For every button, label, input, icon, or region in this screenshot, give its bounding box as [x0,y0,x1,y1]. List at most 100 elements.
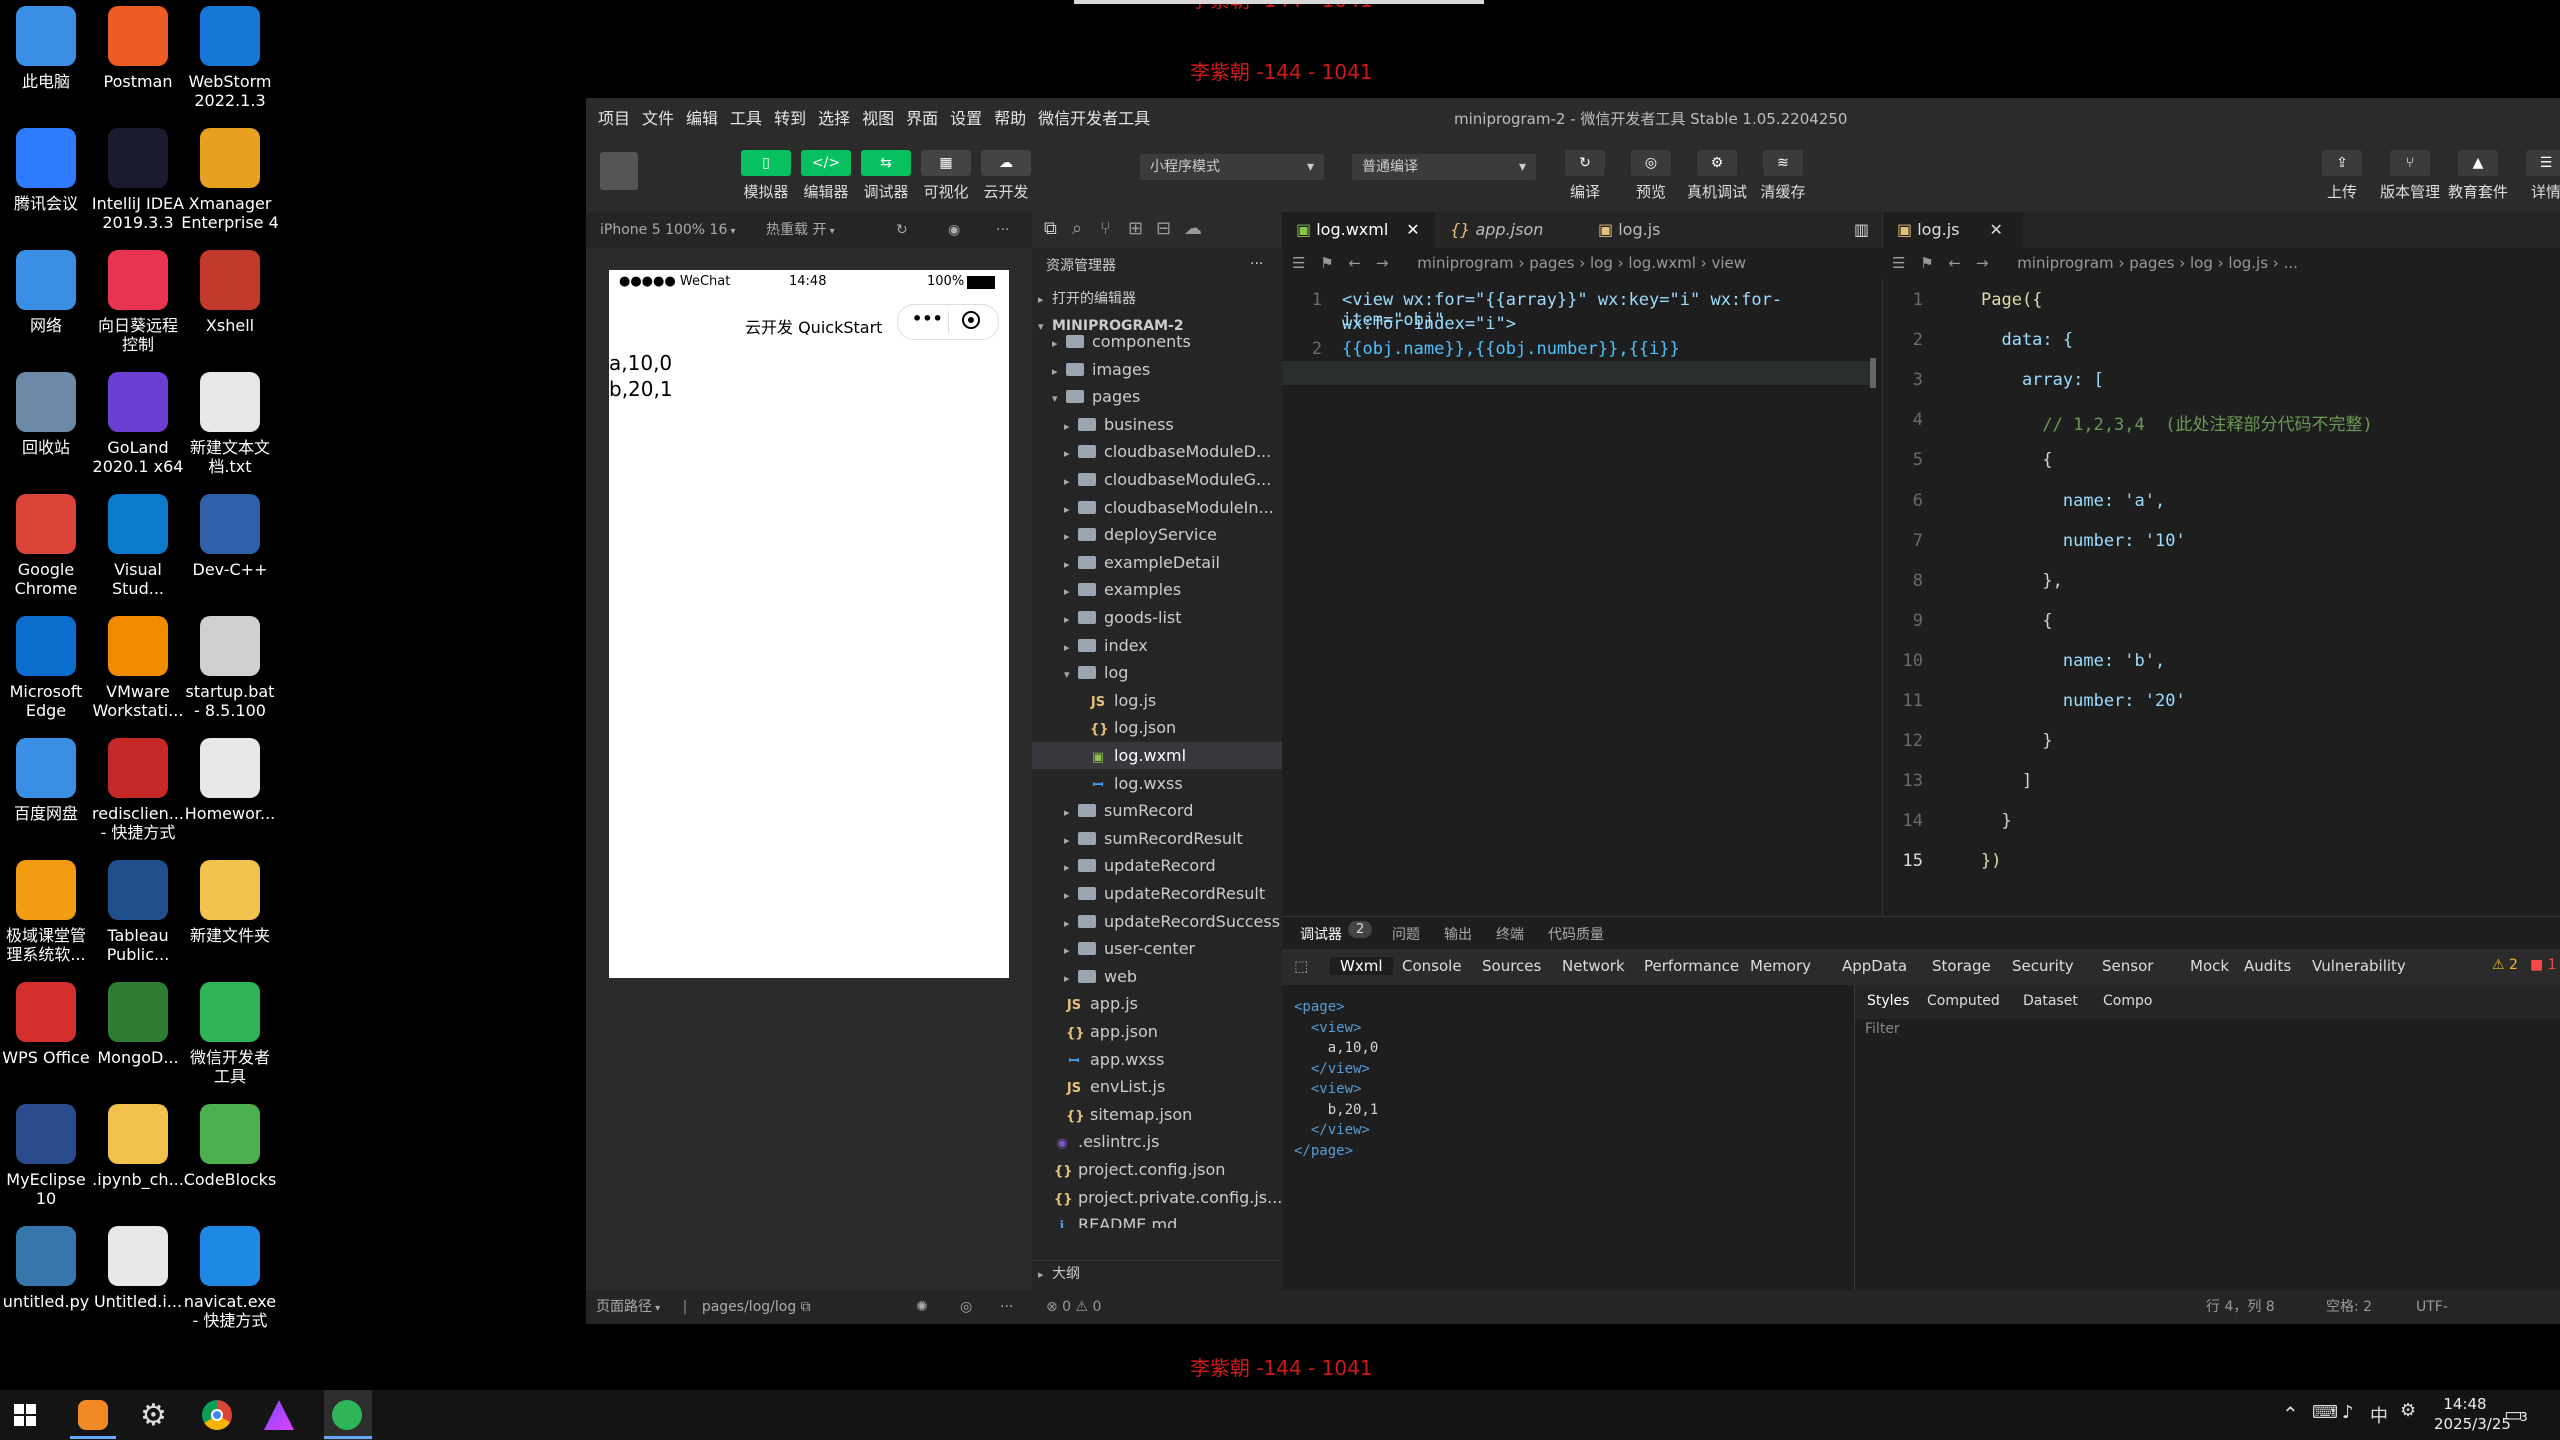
menu-item[interactable]: 帮助 [994,98,1026,140]
folder-item[interactable]: ▸ cloudbaseModuleD... [1032,438,1282,465]
toolbar-button[interactable]: ≋ 清缓存 [1750,150,1816,202]
debug-icon[interactable]: ⊟ [1156,218,1171,239]
back-icon[interactable]: ← [1948,254,1961,272]
desktop-shortcut[interactable]: 此电脑 [0,6,98,91]
toolbar-button[interactable]: ⇆ 调试器 [856,150,916,202]
search-icon[interactable]: ⌕ [1072,218,1082,239]
more-icon[interactable]: ··· [996,212,1009,248]
desktop-shortcut[interactable]: Untitled.i... [86,1226,190,1311]
desktop-shortcut[interactable]: 腾讯会议 [0,128,98,213]
indent-setting[interactable]: 空格: 2 [2326,1290,2372,1324]
wxml-tree[interactable]: <page> <view> a,10,0 </view> <view> b,20… [1294,997,1378,1161]
close-icon[interactable]: ✕ [1989,220,2002,239]
problems-indicator[interactable]: ⊗ 0 ⚠ 0 [1046,1299,1101,1315]
desktop-shortcut[interactable]: WPS Office [0,982,98,1067]
toolbar-button[interactable]: ⇪ 上传 [2308,150,2376,202]
tab-log-js-right[interactable]: ▣ log.js ✕ [1883,212,2023,248]
folder-item[interactable]: ▸ updateRecord [1032,852,1282,879]
warning-count[interactable]: ⚠ 2 [2492,957,2518,973]
folder-item[interactable]: ▸ components [1032,328,1282,355]
debugger-tab[interactable]: Audits [2244,957,2291,975]
toolbar-button[interactable]: ⚙ 真机调试 [1684,150,1750,202]
more-icon[interactable]: ··· [1000,1290,1013,1324]
debugger-tab[interactable]: Sources [1482,957,1541,975]
desktop-shortcut[interactable]: 回收站 [0,372,98,457]
tray-volume-icon[interactable]: ♪ [2342,1402,2354,1423]
wxml-node[interactable]: a,10,0 [1294,1038,1379,1059]
folder-item[interactable]: ▸ deployService [1032,521,1282,548]
tab-log-wxml[interactable]: ▣ log.wxml ✕ [1282,212,1434,248]
desktop-shortcut[interactable]: Xmanager Enterprise 4 [178,128,282,232]
list-icon[interactable]: ☰ [1892,254,1905,272]
forward-icon[interactable]: → [1376,254,1389,272]
toolbar-button[interactable]: ⑂ 版本管理 [2376,150,2444,202]
folder-item[interactable]: ▸ sumRecordResult [1032,825,1282,852]
debugger-tab[interactable]: Sensor [2102,957,2153,975]
files-icon[interactable]: ⧉ [1044,218,1057,239]
inspect-icon[interactable]: ⬚ [1294,957,1308,975]
toolbar-button[interactable]: ☁ 云开发 [976,150,1036,202]
debugger-tab[interactable]: Mock [2190,957,2229,975]
bookmark-icon[interactable]: ⚑ [1320,254,1333,272]
editor1-code[interactable]: 1 <view wx:for="{{array}}" wx:key="i" wx:… [1282,278,1882,916]
desktop-shortcut[interactable]: 百度网盘 [0,738,98,823]
desktop-shortcut[interactable]: 新建文件夹 [178,860,282,945]
close-mini-icon[interactable] [962,311,980,329]
toolbar-button[interactable]: </> 编辑器 [796,150,856,202]
debugger-tab[interactable]: Console [1402,957,1462,975]
rotate-icon[interactable]: ↻ [896,212,908,248]
bug-icon[interactable]: ✺ [916,1290,928,1324]
tray-ime[interactable]: 中 [2370,1402,2388,1428]
desktop-shortcut[interactable]: 网络 [0,250,98,335]
taskbar-wechat-devtools-icon[interactable] [332,1400,362,1430]
menu-item[interactable]: 编辑 [686,98,718,140]
file-item[interactable]: {} app.json [1032,1018,1282,1045]
folder-item[interactable]: ▸ index [1032,632,1282,659]
desktop-shortcut[interactable]: Postman [86,6,190,91]
git-icon[interactable]: ⑂ [1100,218,1111,239]
toolbar-button[interactable]: ▲ 教育套件 [2444,150,2512,202]
wxml-node[interactable]: </page> [1294,1141,1378,1162]
styles-tab[interactable]: Compo [2103,993,2152,1009]
desktop-shortcut[interactable]: Homewor... [178,738,282,823]
open-editors-section[interactable]: ▸ 打开的编辑器 [1032,286,1282,313]
filter-input[interactable]: Filter [1865,1021,1900,1037]
stop-icon[interactable]: ◉ [948,212,960,248]
folder-item[interactable]: ▸ user-center [1032,935,1282,962]
folder-item[interactable]: ▸ cloudbaseModuleIn... [1032,494,1282,521]
desktop-shortcut[interactable]: VMware Workstati... [86,616,190,720]
desktop-shortcut[interactable]: WebStorm 2022.1.3 [178,6,282,110]
file-item[interactable]: {} log.json [1032,714,1282,741]
encoding[interactable]: UTF- [2416,1290,2448,1324]
taskbar-chrome-icon[interactable] [202,1400,232,1430]
debugger-top-tab[interactable]: 终端 [1496,924,1524,944]
eye-icon[interactable]: ◎ [960,1290,972,1324]
taskbar-settings-icon[interactable]: ⚙ [140,1398,167,1433]
folder-item[interactable]: ▸ updateRecordSuccess [1032,908,1282,935]
forward-icon[interactable]: → [1976,254,1989,272]
scrollbar[interactable] [1870,358,1876,388]
desktop-shortcut[interactable]: MyEclipse 10 [0,1104,98,1208]
folder-item[interactable]: ▸ exampleDetail [1032,549,1282,576]
more-icon[interactable]: ··· [1250,246,1263,282]
error-count[interactable]: ■ 1 [2530,957,2557,973]
debugger-tab[interactable]: Wxml [1330,957,1393,975]
taskbar-app2-icon[interactable] [264,1400,294,1430]
menu-item[interactable]: 界面 [906,98,938,140]
page-path-label[interactable]: 页面路径 [596,1299,652,1315]
debugger-top-tab[interactable]: 调试器 [1300,924,1342,944]
taskbar-app-icon[interactable] [78,1400,108,1430]
wxml-node[interactable]: </view> [1294,1120,1378,1141]
folder-item[interactable]: ▸ images [1032,356,1282,383]
file-item[interactable]: ꟷ app.wxss [1032,1046,1282,1073]
hot-reload-toggle[interactable]: 热重载 开 [766,222,826,238]
cursor-position[interactable]: 行 4，列 8 [2206,1290,2275,1324]
desktop-shortcut[interactable]: .ipynb_ch... [86,1104,190,1189]
toolbar-button[interactable]: ↻ 编译 [1552,150,1618,202]
debugger-tab[interactable]: Storage [1932,957,1991,975]
desktop-shortcut[interactable]: Visual Stud... [86,494,190,598]
folder-item[interactable]: ▸ examples [1032,576,1282,603]
debugger-tab[interactable]: Security [2012,957,2074,975]
file-item[interactable]: {} project.config.json [1032,1156,1282,1183]
file-item[interactable]: JS log.js [1032,687,1282,714]
